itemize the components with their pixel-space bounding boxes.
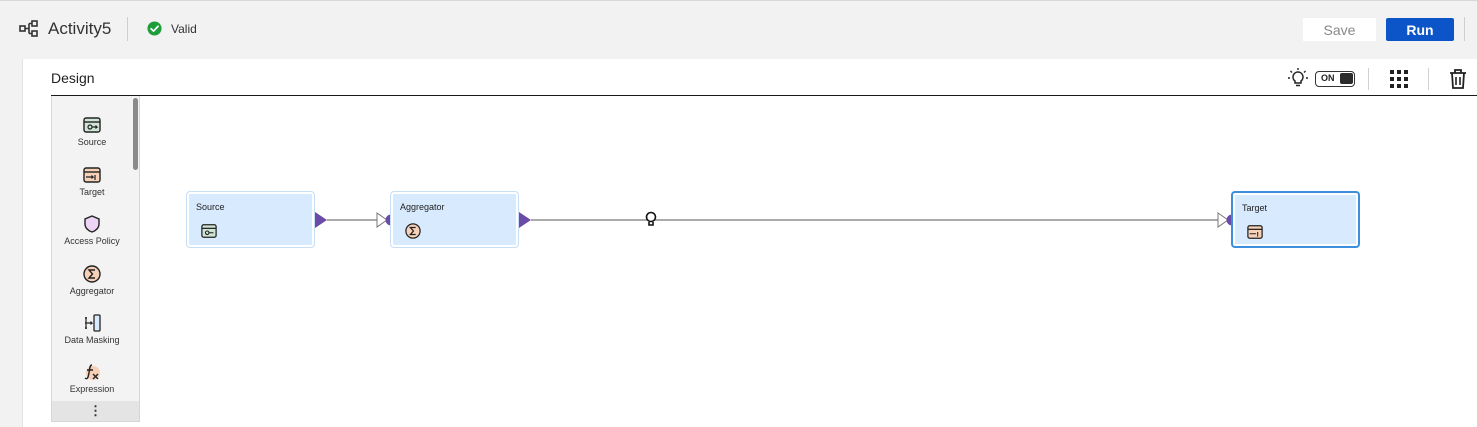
output-port-icon[interactable]	[315, 212, 327, 228]
lightbulb-icon[interactable]	[645, 211, 657, 226]
output-port-icon[interactable]	[519, 212, 531, 228]
node-target[interactable]: Target	[1231, 191, 1360, 248]
node-title: Source	[196, 202, 225, 212]
node-source[interactable]: Source	[186, 191, 315, 248]
node-title: Target	[1242, 203, 1268, 213]
node-aggregator[interactable]: Aggregator	[390, 191, 519, 248]
target-icon	[1247, 225, 1263, 239]
mapping-canvas: Source Aggregator Target	[0, 0, 1477, 427]
sigma-icon	[405, 223, 421, 239]
node-title: Aggregator	[400, 202, 445, 212]
source-icon	[201, 224, 217, 238]
